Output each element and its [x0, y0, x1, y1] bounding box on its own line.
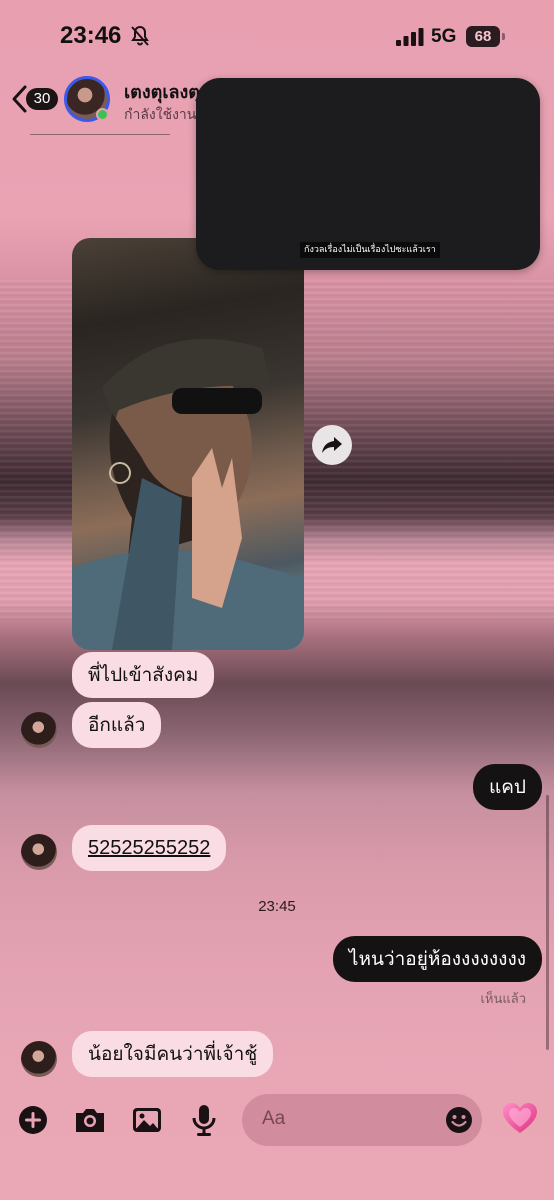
message-outgoing[interactable]: แคป: [472, 764, 542, 810]
contact-name[interactable]: เตงตุเลงตุ: [124, 77, 204, 106]
phone-number-link[interactable]: 52525255252: [88, 837, 210, 859]
seen-indicator: เห็นแล้ว: [480, 992, 526, 1007]
sender-avatar[interactable]: [21, 834, 57, 870]
camera-icon[interactable]: [72, 1102, 108, 1138]
unread-count-badge[interactable]: 30: [26, 88, 58, 110]
share-button[interactable]: [312, 425, 352, 465]
emoji-icon[interactable]: [444, 1105, 474, 1135]
status-bar: 23:46 5G 68: [0, 0, 554, 72]
message-input-placeholder: Aa: [262, 1108, 286, 1129]
scrollbar[interactable]: [546, 795, 549, 1050]
online-status-dot: [96, 108, 109, 121]
shared-photo[interactable]: [72, 238, 304, 650]
sender-avatar[interactable]: [21, 1041, 57, 1077]
message-incoming[interactable]: น้อยใจมีคนว่าพี่เจ้าชู้: [72, 1031, 274, 1077]
message-input[interactable]: Aa: [242, 1094, 482, 1146]
sender-avatar[interactable]: [21, 712, 57, 748]
battery-level: 68: [466, 26, 500, 47]
overlay-caption: กังวลเรื่องไม่เป็นเรื่องไปซะแล้วเรา: [300, 242, 440, 258]
signal-icon: [396, 28, 424, 46]
share-icon: [322, 437, 342, 453]
gallery-icon[interactable]: [129, 1102, 165, 1138]
network-label: 5G: [431, 26, 457, 47]
message-incoming-link[interactable]: 52525255252: [72, 825, 227, 871]
message-incoming[interactable]: พี่ไปเข้าสังคม: [72, 652, 215, 698]
bell-slash-icon: [131, 25, 149, 46]
header-divider: [30, 134, 170, 135]
contact-status: กำลังใช้งาน: [124, 107, 197, 123]
message-incoming[interactable]: อีกแล้ว: [72, 702, 162, 748]
photo-illustration: [72, 339, 304, 650]
mic-icon[interactable]: [186, 1102, 222, 1138]
status-time: 23:46: [60, 22, 122, 49]
battery-icon: 68: [466, 26, 506, 47]
message-timestamp: 23:45: [258, 898, 296, 915]
heart-icon[interactable]: [501, 1100, 539, 1138]
plus-icon[interactable]: [15, 1102, 51, 1138]
message-outgoing[interactable]: ไหนว่าอยู่ห้องงงงงงงง: [332, 936, 542, 982]
